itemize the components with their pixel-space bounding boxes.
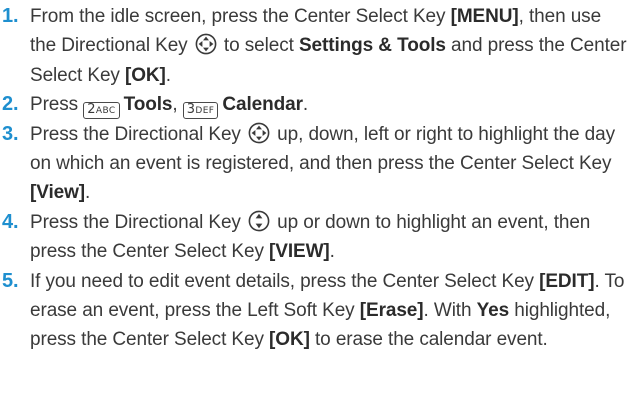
view-key-label: [View]	[30, 182, 86, 204]
step-text: Press the Directional Key	[30, 211, 246, 233]
step-text: If you need to edit event details, press…	[30, 270, 540, 292]
view-key-label: [VIEW]	[269, 241, 330, 263]
ok-key-label: [OK]	[269, 329, 310, 351]
step-text: .	[165, 64, 171, 86]
directional-key-up-down-icon	[248, 210, 270, 232]
key-digit: 2	[87, 102, 96, 118]
step-text: .	[85, 182, 91, 204]
step-text: ,	[172, 94, 183, 116]
step-1: 1. From the idle screen, press the Cente…	[0, 2, 632, 90]
step-text: .	[302, 94, 309, 116]
settings-tools-label: Settings & Tools	[298, 35, 446, 57]
step-text: to erase the calendar event.	[309, 329, 548, 351]
menu-key-label: [MENU]	[450, 6, 519, 27]
step-text: .	[329, 241, 335, 263]
key-letters: DEF	[195, 106, 215, 117]
key-letters: ABC	[95, 106, 116, 117]
keypad-2-abc-icon: 2ABC	[83, 102, 120, 120]
instruction-list: 1. From the idle screen, press the Cente…	[0, 0, 632, 411]
step-text: . With	[423, 300, 477, 322]
tools-label: Tools	[123, 94, 173, 116]
step-4: 4. Press the Directional Key up or down …	[0, 208, 632, 267]
keypad-3-def-icon: 3DEF	[182, 102, 219, 120]
directional-key-four-way-icon	[248, 122, 270, 144]
step-text: Press	[30, 94, 84, 116]
step-3: 3. Press the Directional Key up, down, l…	[0, 120, 632, 208]
step-number: 1.	[2, 5, 19, 27]
yes-option-label: Yes	[476, 300, 510, 322]
step-text: From the idle screen, press the Center S…	[30, 6, 451, 27]
erase-key-label: [Erase]	[359, 300, 424, 322]
calendar-label: Calendar	[222, 94, 303, 116]
step-5: 5. If you need to edit event details, pr…	[0, 267, 632, 355]
directional-key-four-way-icon	[195, 34, 217, 55]
step-text: to select	[218, 35, 299, 57]
step-number: 2.	[2, 93, 19, 116]
edit-key-label: [EDIT]	[539, 270, 595, 292]
step-2: 2. Press 2ABC Tools, 3DEF Calendar.	[0, 90, 632, 120]
step-text: Press the Directional Key	[30, 123, 246, 145]
step-number: 3.	[2, 122, 19, 145]
step-number: 5.	[2, 269, 19, 292]
step-number: 4.	[2, 210, 19, 233]
ok-key-label: [OK]	[125, 64, 166, 86]
